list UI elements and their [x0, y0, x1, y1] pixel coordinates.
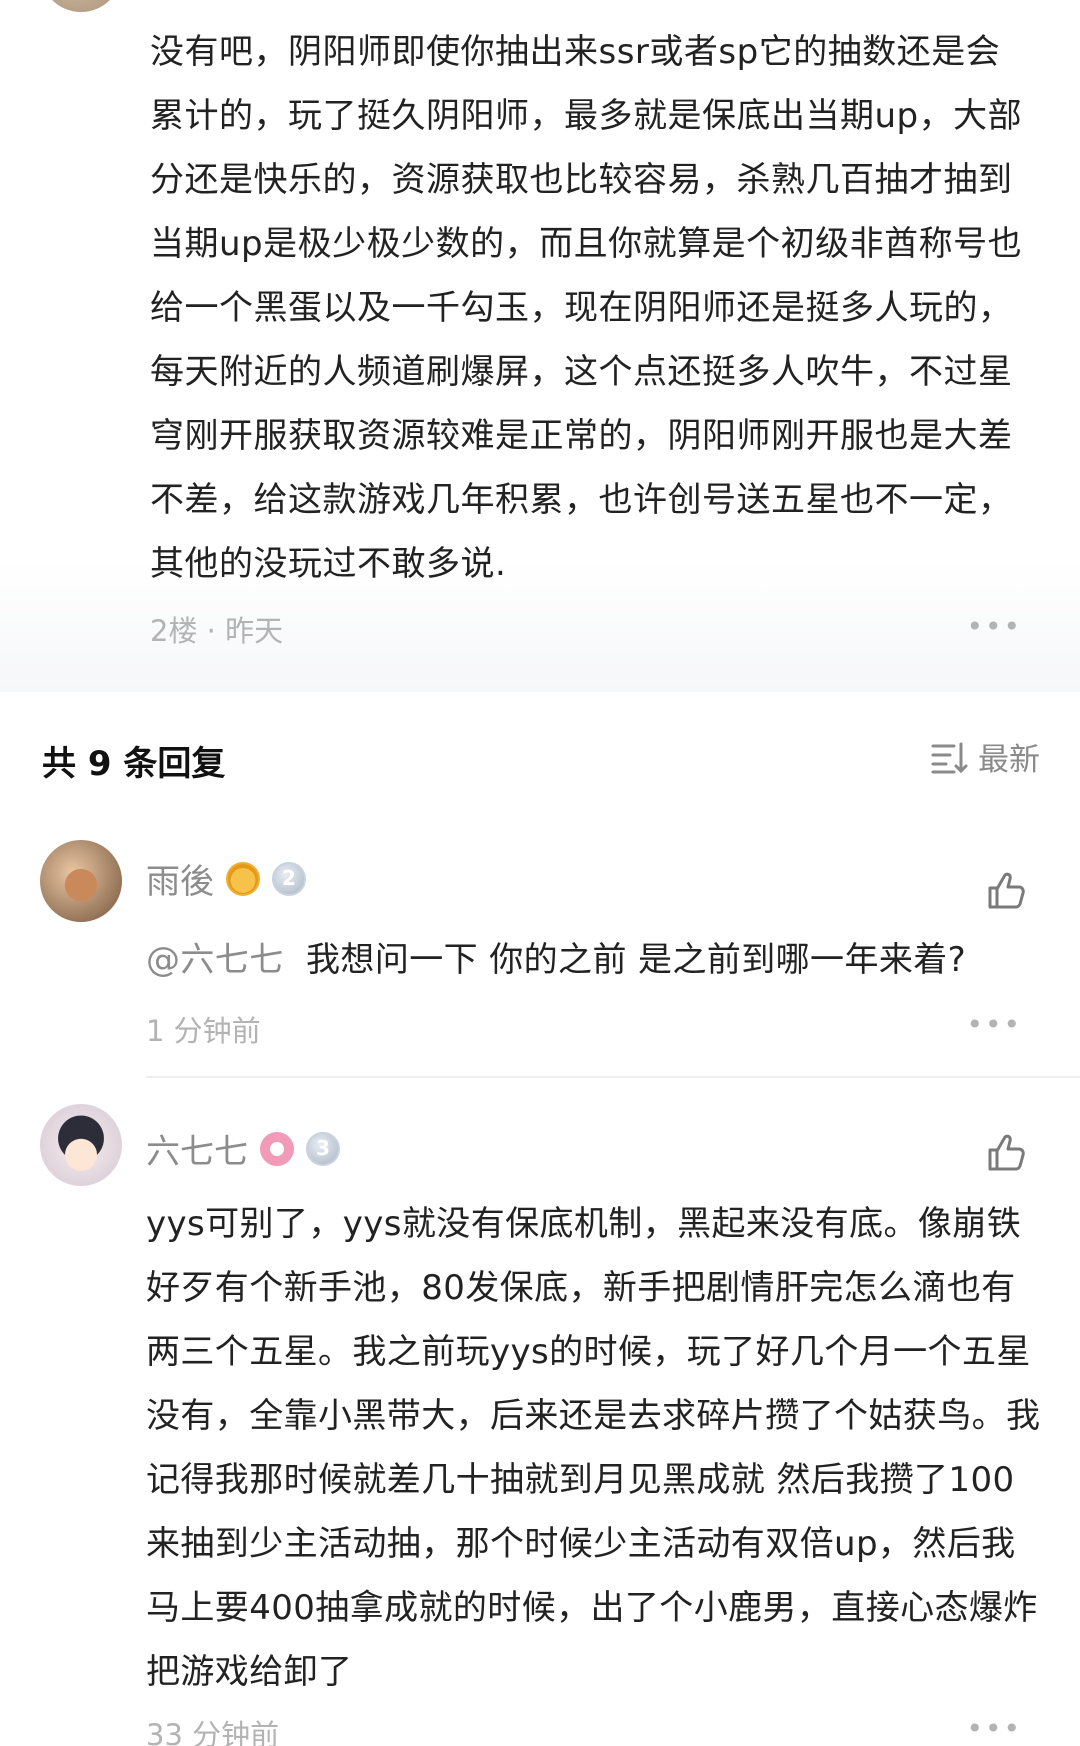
- level-badge-icon: 2: [272, 861, 306, 896]
- main-post-text: 没有吧，阴阳师即使你抽出来ssr或者sp它的抽数还是会累计的，玩了挺久阴阳师，最…: [150, 32, 1023, 584]
- main-post: 没有吧，阴阳师即使你抽出来ssr或者sp它的抽数还是会累计的，玩了挺久阴阳师，最…: [0, 0, 1080, 692]
- mention-link[interactable]: @六七七: [146, 940, 284, 980]
- reply-item: 雨後 2 @六七七 我想问一下 你的之前 是之前到哪一年来着? 1 分钟前 ••…: [0, 840, 1080, 1075]
- divider: [146, 1076, 1080, 1078]
- reply-body: yys可别了，yys就没有保底机制，黑起来没有底。像崩铁好歹有个新手池，80发保…: [146, 1204, 1041, 1692]
- sort-icon: [931, 742, 968, 773]
- like-icon[interactable]: [984, 1130, 1028, 1174]
- replies-header: 共 9 条回复 最新: [0, 720, 1080, 800]
- level-badge-icon: 3: [306, 1131, 340, 1166]
- replies-count-title: 共 9 条回复: [42, 744, 226, 784]
- level-value: 2: [282, 865, 296, 890]
- reply-time: 1 分钟前: [146, 1014, 261, 1048]
- reply-item: 六七七 3 yys可别了，yys就没有保底机制，黑起来没有底。像崩铁好歹有个新手…: [0, 1104, 1080, 1746]
- pink-badge-icon: [260, 1131, 294, 1166]
- more-icon[interactable]: •••: [966, 610, 1022, 643]
- username-row: 雨後 2: [146, 854, 306, 903]
- sort-button[interactable]: 最新: [930, 734, 1040, 779]
- level-value: 3: [316, 1135, 330, 1160]
- main-post-meta: 2楼 · 昨天: [150, 614, 284, 648]
- sort-label: 最新: [978, 742, 1040, 778]
- more-icon[interactable]: •••: [966, 1008, 1022, 1041]
- more-icon[interactable]: •••: [966, 1712, 1022, 1745]
- reply-text: @六七七 我想问一下 你的之前 是之前到哪一年来着?: [146, 928, 1041, 992]
- username[interactable]: 六七七: [146, 1124, 248, 1173]
- avatar[interactable]: [40, 0, 122, 12]
- like-icon[interactable]: [984, 868, 1028, 912]
- username-row: 六七七 3: [146, 1124, 340, 1173]
- avatar[interactable]: [40, 1104, 122, 1186]
- username[interactable]: 雨後: [146, 854, 214, 903]
- avatar[interactable]: [40, 840, 122, 922]
- reply-time: 33 分钟前: [146, 1718, 280, 1746]
- fox-badge-icon: [226, 861, 260, 896]
- reply-body: 我想问一下 你的之前 是之前到哪一年来着?: [306, 940, 967, 980]
